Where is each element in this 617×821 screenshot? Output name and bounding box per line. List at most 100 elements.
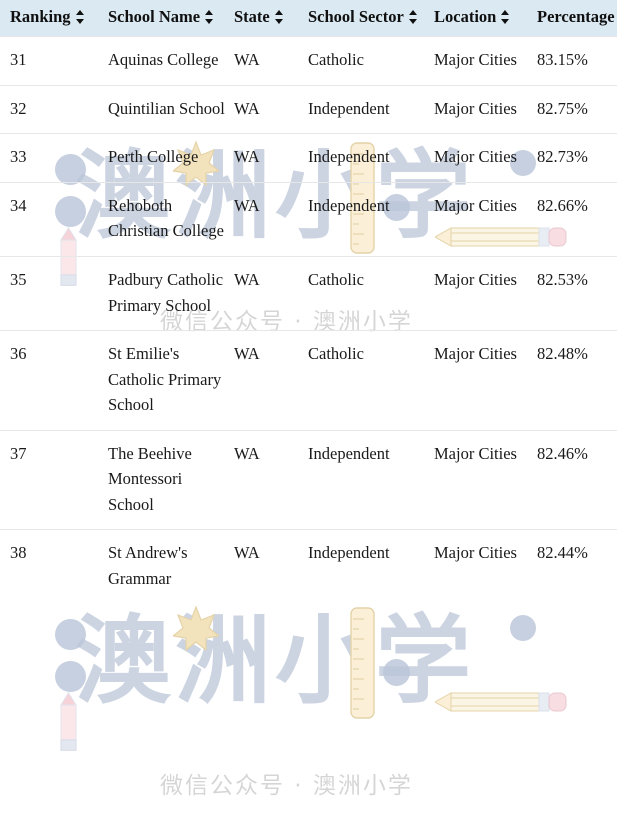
cell-location-text: Major Cities [434,443,517,463]
cell-state: WA [230,133,304,183]
cell-school-name: St Andrew's Grammar [104,529,230,604]
cell-school-name: St Emilie's Catholic Primary School [104,330,230,431]
cell-ranking: 35 [0,255,104,331]
cell-location-text: Major Cities [434,147,517,167]
cell-school-sector: Independent [304,181,430,257]
cell-school-sector-text: Catholic [308,344,364,364]
table-body: 31 Aquinas College WA Catholic Major Cities 8… [0,36,617,604]
cell-state-text: WA [234,543,260,563]
cell-ranking-text: 38 [10,543,27,563]
table-row: 36 St Emilie's Catholic Primary School WA C… [0,330,617,431]
cell-ranking-text: 32 [10,98,27,118]
cell-percentage: 82.75% [533,84,617,134]
school-ranking-table: Ranking School Name State School Sector … [0,0,617,604]
column-header-school-name[interactable]: School Name [104,0,230,37]
cell-school-name: Perth College [104,133,230,183]
cell-percentage: 82.73% [533,133,617,183]
cell-school-name-text: The Beehive Montessori School [108,443,192,514]
table-header-row: Ranking School Name State School Sector … [0,0,617,37]
cell-state-text: WA [234,443,260,463]
cell-ranking: 31 [0,36,104,86]
cell-percentage-text: 82.75% [537,98,588,118]
cell-ranking: 36 [0,330,104,431]
cell-school-name: Rehoboth Christian College [104,181,230,257]
sort-updown-icon[interactable] [205,9,214,25]
cell-school-name-text: St Andrew's Grammar [108,543,188,588]
cell-percentage-text: 82.48% [537,344,588,364]
cell-school-sector-text: Independent [308,195,390,215]
table-row: 38 St Andrew's Grammar WA Independent Major … [0,529,617,604]
cell-school-name-text: Padbury Catholic Primary School [108,269,224,315]
cell-location-text: Major Cities [434,50,517,70]
column-header-label: School Name [108,7,201,26]
cell-ranking-text: 36 [10,344,27,364]
cell-percentage: 82.53% [533,255,617,331]
column-header-label: Percentage [537,7,615,26]
column-header-location[interactable]: Location [430,0,533,37]
table-row: 34 Rehoboth Christian College WA Independen… [0,181,617,257]
cell-school-sector: Catholic [304,255,430,331]
cell-location: Major Cities [430,36,533,86]
table-row: 31 Aquinas College WA Catholic Major Cities 8… [0,36,617,86]
column-header-label: State [234,7,270,26]
cell-school-name-text: Perth College [108,147,199,167]
cell-state: WA [230,181,304,257]
cell-ranking-text: 33 [10,147,27,167]
watermark-block-bottom: 澳洲小学 [55,605,615,751]
cell-school-sector-text: Catholic [308,269,364,289]
cell-ranking: 37 [0,429,104,530]
table-row: 37 The Beehive Montessori School WA Indepen… [0,429,617,530]
cell-school-sector: Independent [304,429,430,530]
cell-location-text: Major Cities [434,195,517,215]
cell-ranking: 33 [0,133,104,183]
cell-percentage-text: 82.66% [537,195,588,215]
cell-location-text: Major Cities [434,269,517,289]
column-header-percentage[interactable]: Percentage [533,0,617,37]
cell-school-sector-text: Catholic [308,50,364,70]
table-row: 35 Padbury Catholic Primary School WA Catho… [0,255,617,331]
watermark-dot-icon [55,619,86,650]
cell-percentage-text: 82.46% [537,443,588,463]
column-header-ranking[interactable]: Ranking [0,0,104,37]
sort-updown-icon[interactable] [501,9,510,25]
table-header: Ranking School Name State School Sector … [0,0,617,37]
column-header-label: Location [434,7,497,26]
column-header-label: School Sector [308,7,404,26]
ranking-table-screenshot: 澳洲小学 澳洲小学 微信公众号 · 澳洲小学 微信公众号 · 澳洲小学 Rank… [0,0,617,821]
cell-school-name-text: Rehoboth Christian College [108,195,224,241]
cell-school-sector: Independent [304,133,430,183]
cell-percentage: 82.46% [533,429,617,530]
cell-state-text: WA [234,195,260,215]
cell-school-sector-text: Independent [308,147,390,167]
ruler-icon [350,607,375,719]
cell-percentage: 83.15% [533,36,617,86]
pencil-icon [60,691,77,751]
sort-updown-icon[interactable] [75,9,85,25]
watermark-dot-icon [55,661,86,692]
cell-state-text: WA [234,98,260,118]
sort-updown-icon[interactable] [274,9,284,25]
cell-ranking-text: 31 [10,50,27,70]
column-header-state[interactable]: State [230,0,304,37]
sort-updown-icon[interactable] [408,9,418,25]
cell-school-name: The Beehive Montessori School [104,429,230,530]
column-header-school-sector[interactable]: School Sector [304,0,430,37]
cell-location-text: Major Cities [434,98,517,118]
cell-percentage-text: 83.15% [537,50,588,70]
cell-location: Major Cities [430,529,533,604]
cell-state-text: WA [234,344,260,364]
cell-state: WA [230,255,304,331]
cell-school-sector-text: Independent [308,443,390,463]
cell-ranking-text: 35 [10,269,27,289]
cell-school-sector-text: Independent [308,543,390,563]
cell-percentage: 82.66% [533,181,617,257]
cell-state-text: WA [234,269,260,289]
cell-state: WA [230,429,304,530]
cell-location-text: Major Cities [434,344,517,364]
cell-school-name: Aquinas College [104,36,230,86]
cell-school-name-text: St Emilie's Catholic Primary School [108,344,222,415]
cell-state: WA [230,84,304,134]
cell-percentage-text: 82.44% [537,543,588,563]
watermark-dot-icon [383,659,410,686]
cell-location: Major Cities [430,429,533,530]
